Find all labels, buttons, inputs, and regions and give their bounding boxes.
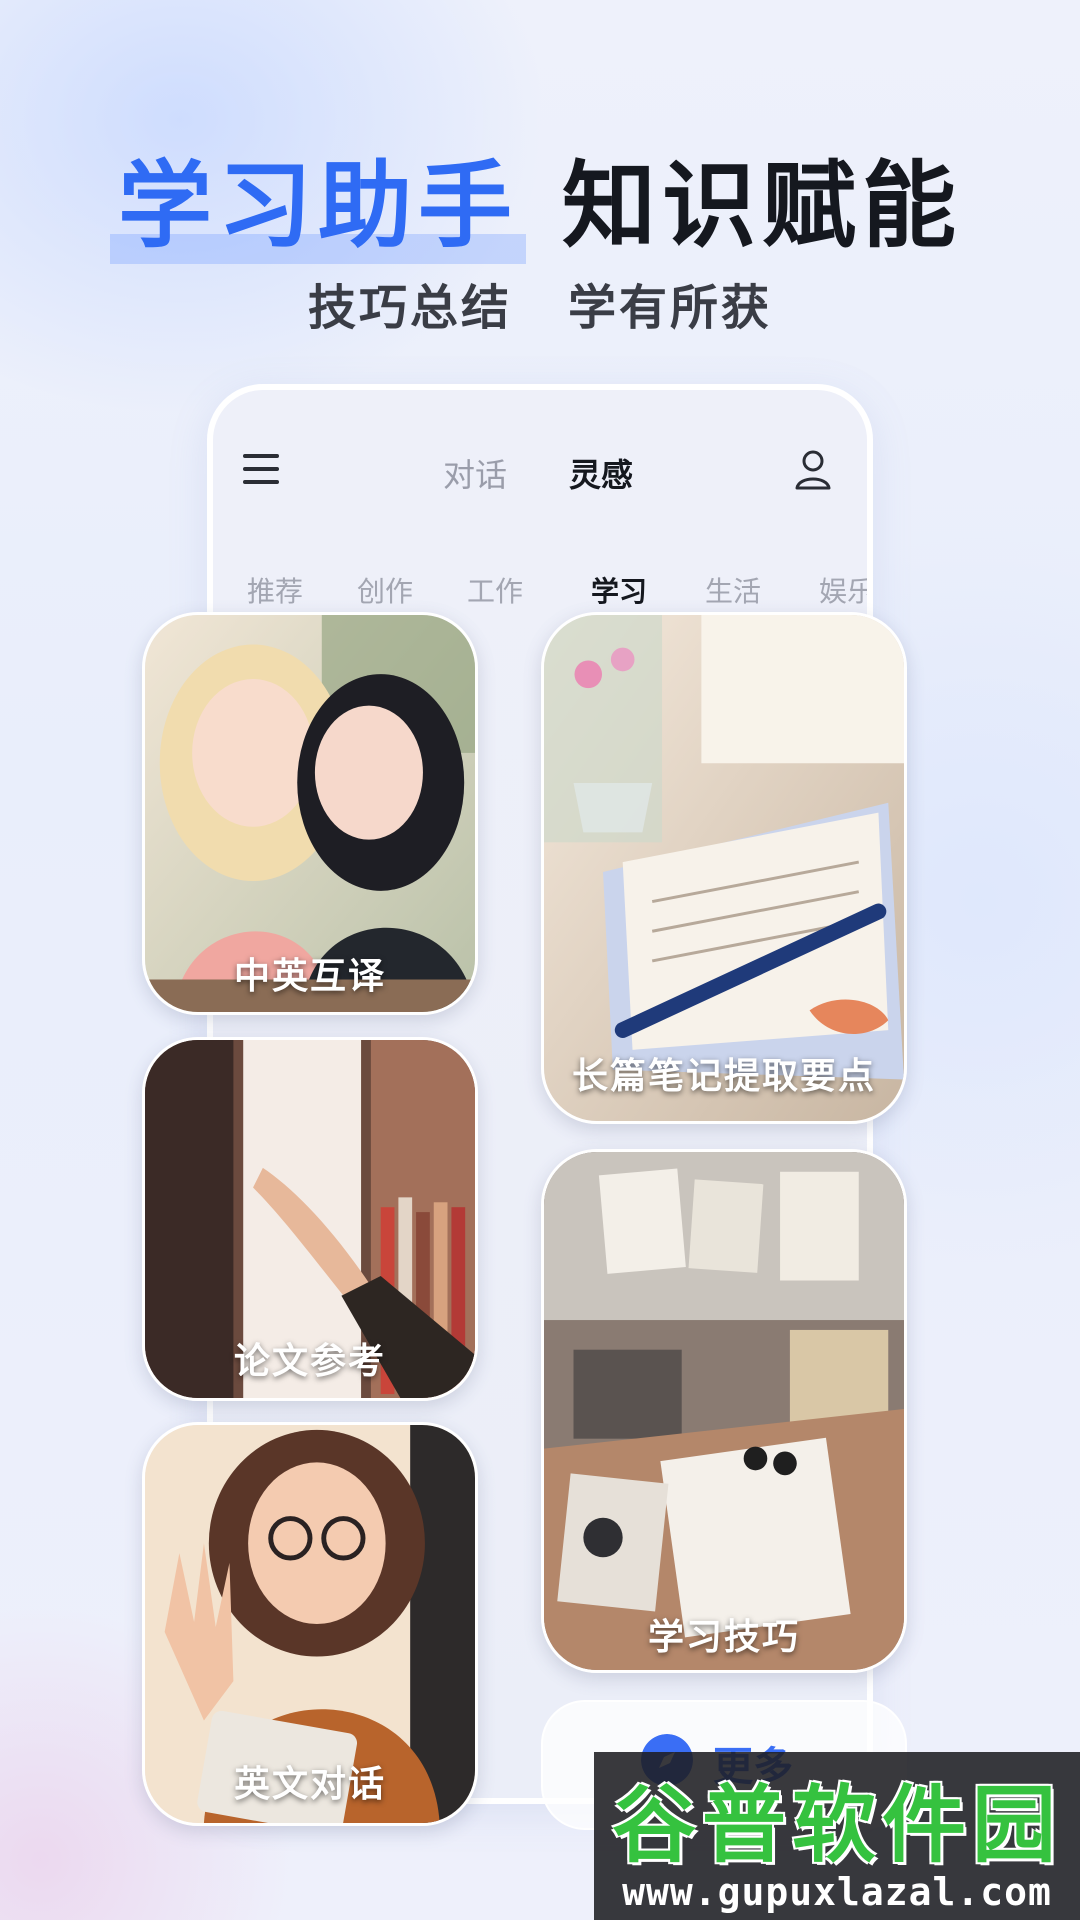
category-tab-entertainment[interactable]: 娱乐 — [819, 570, 867, 610]
subline-right: 学有所获 — [568, 280, 773, 336]
card-paper-reference[interactable]: 论文参考 — [142, 1037, 478, 1401]
subline-left: 技巧总结 — [307, 280, 512, 336]
card-translate[interactable]: 中英互译 — [142, 612, 478, 1015]
subline: 技巧总结 学有所获 — [0, 268, 1080, 338]
card-study-tips[interactable]: 学习技巧 — [541, 1149, 907, 1673]
watermark-url: www.gupuxlazal.com — [622, 1870, 1052, 1914]
category-tab-life[interactable]: 生活 — [705, 570, 761, 610]
category-tab-work[interactable]: 工作 — [467, 570, 523, 610]
card-note-summary-image — [544, 615, 904, 1121]
menu-icon[interactable] — [243, 454, 279, 484]
user-icon[interactable] — [793, 448, 833, 490]
watermark: 谷普软件园 www.gupuxlazal.com — [594, 1752, 1080, 1920]
card-translate-label: 中英互译 — [233, 956, 386, 997]
app-top-bar: 对话 灵感 — [213, 442, 867, 502]
headline-dark-text: 知识赋能 — [562, 152, 963, 261]
category-tab-study[interactable]: 学习 — [591, 570, 648, 622]
card-note-summary[interactable]: 长篇笔记提取要点 — [541, 612, 907, 1124]
headline-blue-text: 学习助手 — [109, 130, 527, 266]
card-english-chat[interactable]: 英文对话 — [142, 1422, 478, 1826]
headline: 学习助手 知识赋能 — [0, 130, 1080, 266]
category-tab-recommend[interactable]: 推荐 — [247, 570, 303, 610]
category-tab-create[interactable]: 创作 — [357, 570, 413, 610]
card-paper-reference-label: 论文参考 — [233, 1341, 386, 1382]
card-note-summary-label: 长篇笔记提取要点 — [571, 1056, 876, 1097]
card-study-tips-label: 学习技巧 — [647, 1617, 800, 1658]
card-english-chat-label: 英文对话 — [233, 1764, 386, 1805]
tab-duihua[interactable]: 对话 — [443, 450, 507, 496]
watermark-title: 谷普软件园 — [611, 1776, 1062, 1874]
card-study-tips-image — [544, 1152, 904, 1670]
tab-linggan[interactable]: 灵感 — [569, 450, 633, 496]
